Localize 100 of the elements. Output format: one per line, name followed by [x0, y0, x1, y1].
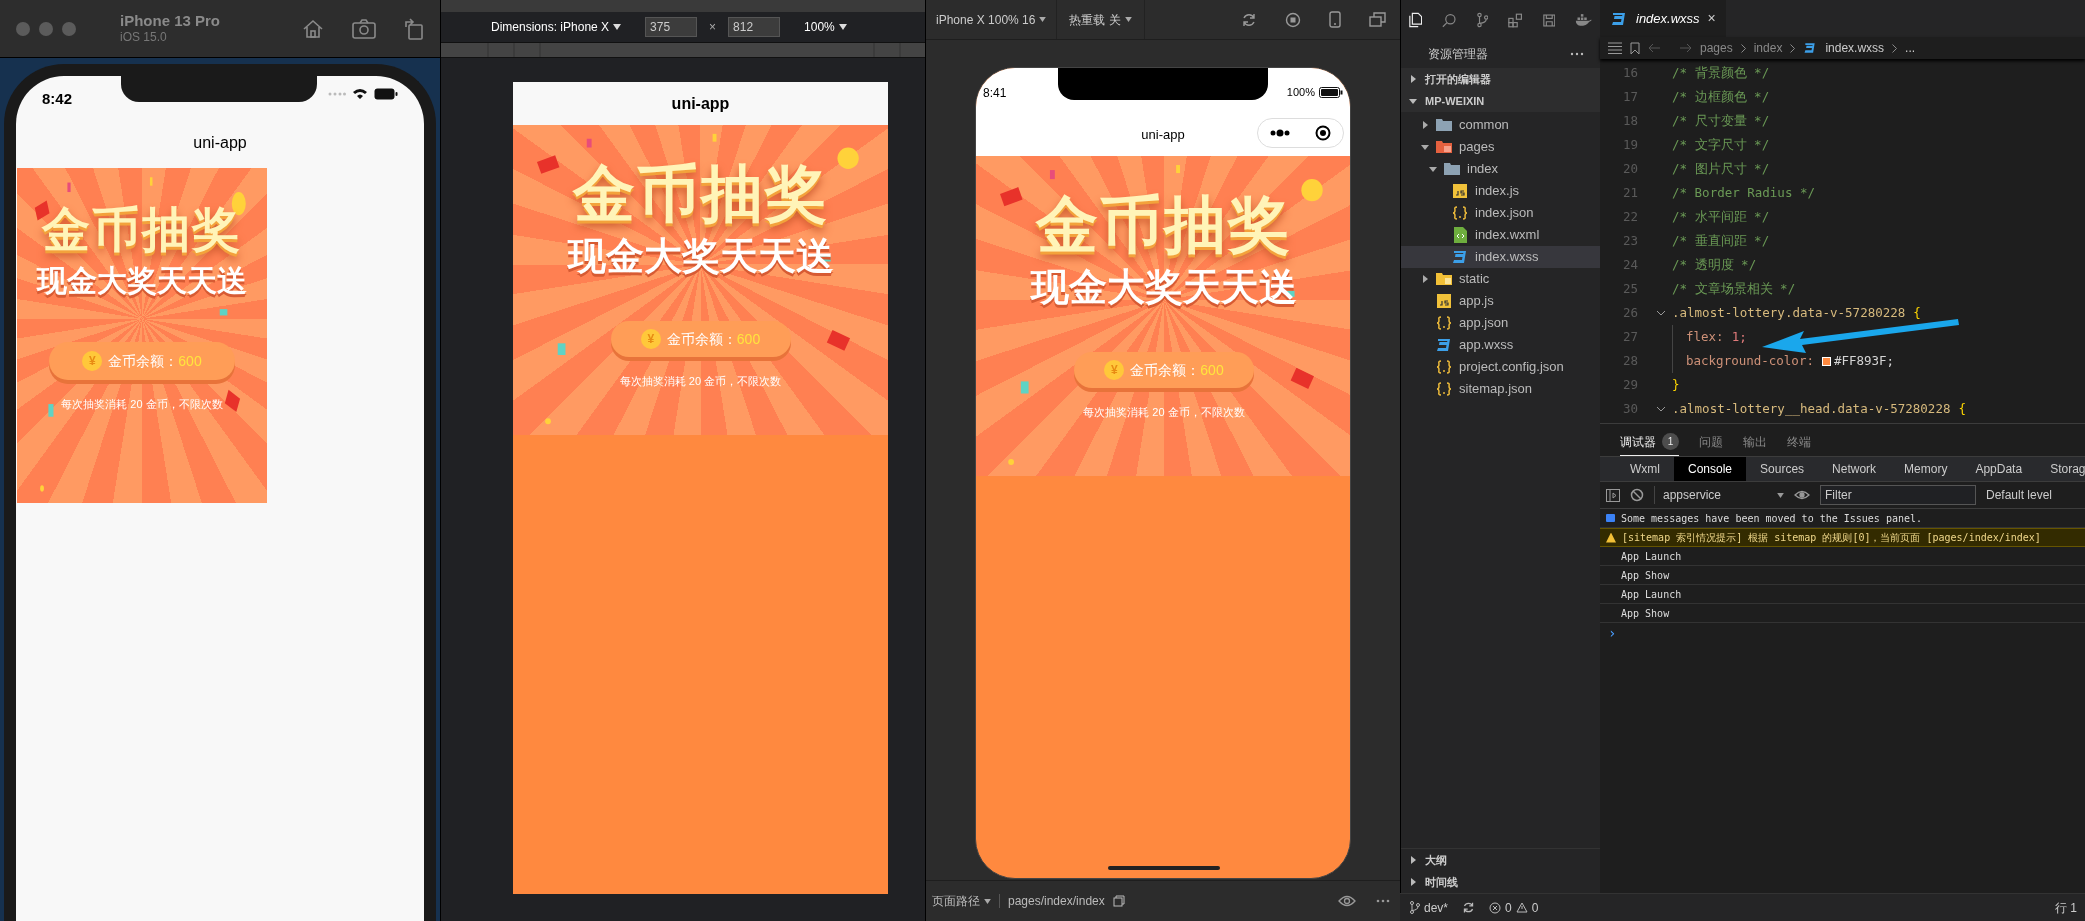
eye-icon[interactable] — [1338, 895, 1356, 907]
line-number: 27 — [1621, 327, 1639, 346]
log-level-dropdown[interactable]: Default level — [1986, 486, 2053, 504]
close-tab-button[interactable]: × — [1707, 8, 1716, 29]
file-tree-item[interactable]: common — [1401, 114, 1600, 136]
sidebar-toggle-icon[interactable] — [1606, 488, 1620, 502]
phone-icon[interactable] — [1329, 11, 1341, 28]
more-icon[interactable] — [1376, 899, 1390, 903]
save-icon[interactable] — [1542, 12, 1556, 28]
eye-icon[interactable] — [1794, 490, 1810, 500]
banner-headline: 金币抽奖 — [1036, 194, 1292, 256]
zoom-dropdown[interactable]: 100% — [804, 18, 847, 36]
extensions-icon[interactable] — [1508, 11, 1523, 29]
copy-icon[interactable] — [1112, 895, 1125, 907]
breadcrumb-item[interactable]: index.wxss — [1825, 39, 1885, 57]
cursor-position[interactable]: 行 1 — [2055, 898, 2077, 917]
json-file-icon — [1435, 358, 1453, 376]
rotate-icon[interactable] — [404, 17, 424, 40]
code-comment: /* 图片尺寸 */ — [1672, 159, 1770, 178]
page-path-dropdown[interactable]: 页面路径 — [932, 892, 991, 910]
open-brace: { — [1958, 399, 1966, 418]
line-number: 21 — [1621, 183, 1639, 202]
device-dropdown[interactable]: iPhone X 100% 16 — [926, 0, 1058, 39]
search-icon[interactable] — [1442, 11, 1457, 29]
devtools-tab[interactable]: Network — [1818, 457, 1891, 481]
file-tree-item[interactable]: index.wxml — [1401, 224, 1600, 246]
devtools-tab[interactable]: Memory — [1890, 457, 1962, 481]
file-tree-item[interactable]: app.js — [1401, 290, 1600, 312]
sync-icon[interactable] — [1462, 901, 1476, 914]
file-tree-item[interactable]: app.json — [1401, 312, 1600, 334]
fold-chevron-icon[interactable] — [1656, 406, 1666, 412]
stop-icon[interactable] — [1285, 11, 1301, 28]
explorer-section-header[interactable]: 时间线 — [1401, 871, 1600, 893]
devtools-tab[interactable]: Wxml — [1616, 457, 1674, 481]
file-tree-item[interactable]: pages — [1401, 136, 1600, 158]
count-badge: 1 — [1662, 433, 1679, 450]
devtools-tab[interactable]: AppData — [1961, 457, 2037, 481]
line-number: 30 — [1621, 399, 1639, 418]
open-brace: { — [1913, 303, 1921, 322]
file-tree-item[interactable]: index.json — [1401, 202, 1600, 224]
devtools-tab[interactable]: Console — [1674, 457, 1747, 481]
panel-tab[interactable]: 输出 — [1743, 428, 1767, 456]
color-swatch[interactable] — [1821, 356, 1831, 366]
bookmark-icon[interactable] — [1630, 41, 1640, 55]
expanded-caret-icon — [1429, 165, 1437, 173]
chevron-icon — [1790, 43, 1796, 53]
device-dropdown[interactable]: Dimensions: iPhone X — [491, 18, 622, 36]
height-field[interactable]: 812 — [728, 17, 781, 37]
explorer-section-header[interactable]: 打开的编辑器 — [1401, 68, 1600, 90]
css-selector: .almost-lottery__head.data-v-57280228 — [1672, 399, 1951, 418]
file-tree-item[interactable]: index — [1401, 158, 1600, 180]
fold-chevron-icon[interactable] — [1656, 310, 1666, 316]
panel-tab[interactable]: 终端 — [1787, 428, 1811, 456]
menu-capsule[interactable] — [1257, 118, 1344, 148]
explorer-section-header[interactable]: MP-WEIXIN — [1401, 90, 1600, 112]
nav-title: uni-app — [193, 133, 247, 153]
balance-value: 600 — [736, 329, 761, 349]
explorer-section-header[interactable]: 大纲 — [1401, 849, 1600, 871]
panel-tab[interactable]: 问题 — [1699, 428, 1723, 456]
files-icon[interactable] — [1409, 11, 1423, 29]
more-icon[interactable] — [1570, 52, 1584, 56]
css-value: #FF893F; — [1833, 351, 1895, 370]
breadcrumb-item[interactable]: index — [1753, 39, 1783, 57]
folder-icon — [1435, 138, 1453, 156]
warning-icon — [1515, 902, 1528, 913]
expanded-caret-icon — [1421, 143, 1429, 151]
refresh-icon[interactable] — [1241, 11, 1257, 28]
console-prompt[interactable]: › — [1600, 623, 2085, 644]
docker-icon[interactable] — [1575, 13, 1592, 27]
explorer-title: 资源管理器 — [1428, 46, 1488, 63]
hot-reload-dropdown[interactable]: 热重载 关 — [1057, 0, 1145, 39]
clear-console-icon[interactable] — [1630, 488, 1644, 502]
source-control-icon[interactable] — [1476, 11, 1489, 29]
branch-indicator[interactable]: dev* — [1410, 898, 1449, 917]
banner-headline: 金币抽奖 — [572, 163, 829, 225]
file-tree-item[interactable]: app.wxss — [1401, 334, 1600, 356]
collapsed-caret-icon — [1409, 75, 1417, 83]
windows-icon[interactable] — [1369, 12, 1386, 27]
caret-icon — [1039, 17, 1047, 22]
problems-indicator[interactable]: 0 0 — [1489, 898, 1539, 917]
file-tree-item[interactable]: sitemap.json — [1401, 378, 1600, 400]
outline-list-icon[interactable] — [1608, 42, 1622, 54]
battery-icon — [1319, 87, 1343, 98]
page-path: pages/index/index — [1008, 893, 1105, 910]
chevron-icon — [1892, 43, 1898, 53]
editor-tab[interactable]: index.wxss × — [1600, 0, 1726, 37]
filter-field[interactable]: Filter — [1820, 485, 1976, 505]
file-tree-item[interactable]: project.config.json — [1401, 356, 1600, 378]
file-tree-item[interactable]: static — [1401, 268, 1600, 290]
context-dropdown[interactable]: appservice — [1654, 486, 1784, 504]
file-tree-item[interactable]: index.js — [1401, 180, 1600, 202]
console-message: Some messages have been moved to the Issues panel. — [1621, 511, 1923, 526]
screenshot-icon[interactable] — [352, 18, 376, 39]
breadcrumb-item[interactable]: ... — [1905, 39, 1916, 57]
devtools-tab[interactable]: Storag — [2036, 457, 2085, 481]
width-field[interactable]: 375 — [645, 17, 698, 37]
breadcrumb-item[interactable]: pages — [1700, 39, 1733, 57]
devtools-tab[interactable]: Sources — [1746, 457, 1819, 481]
file-tree-item[interactable]: index.wxss — [1401, 246, 1600, 268]
home-icon[interactable] — [302, 18, 324, 39]
